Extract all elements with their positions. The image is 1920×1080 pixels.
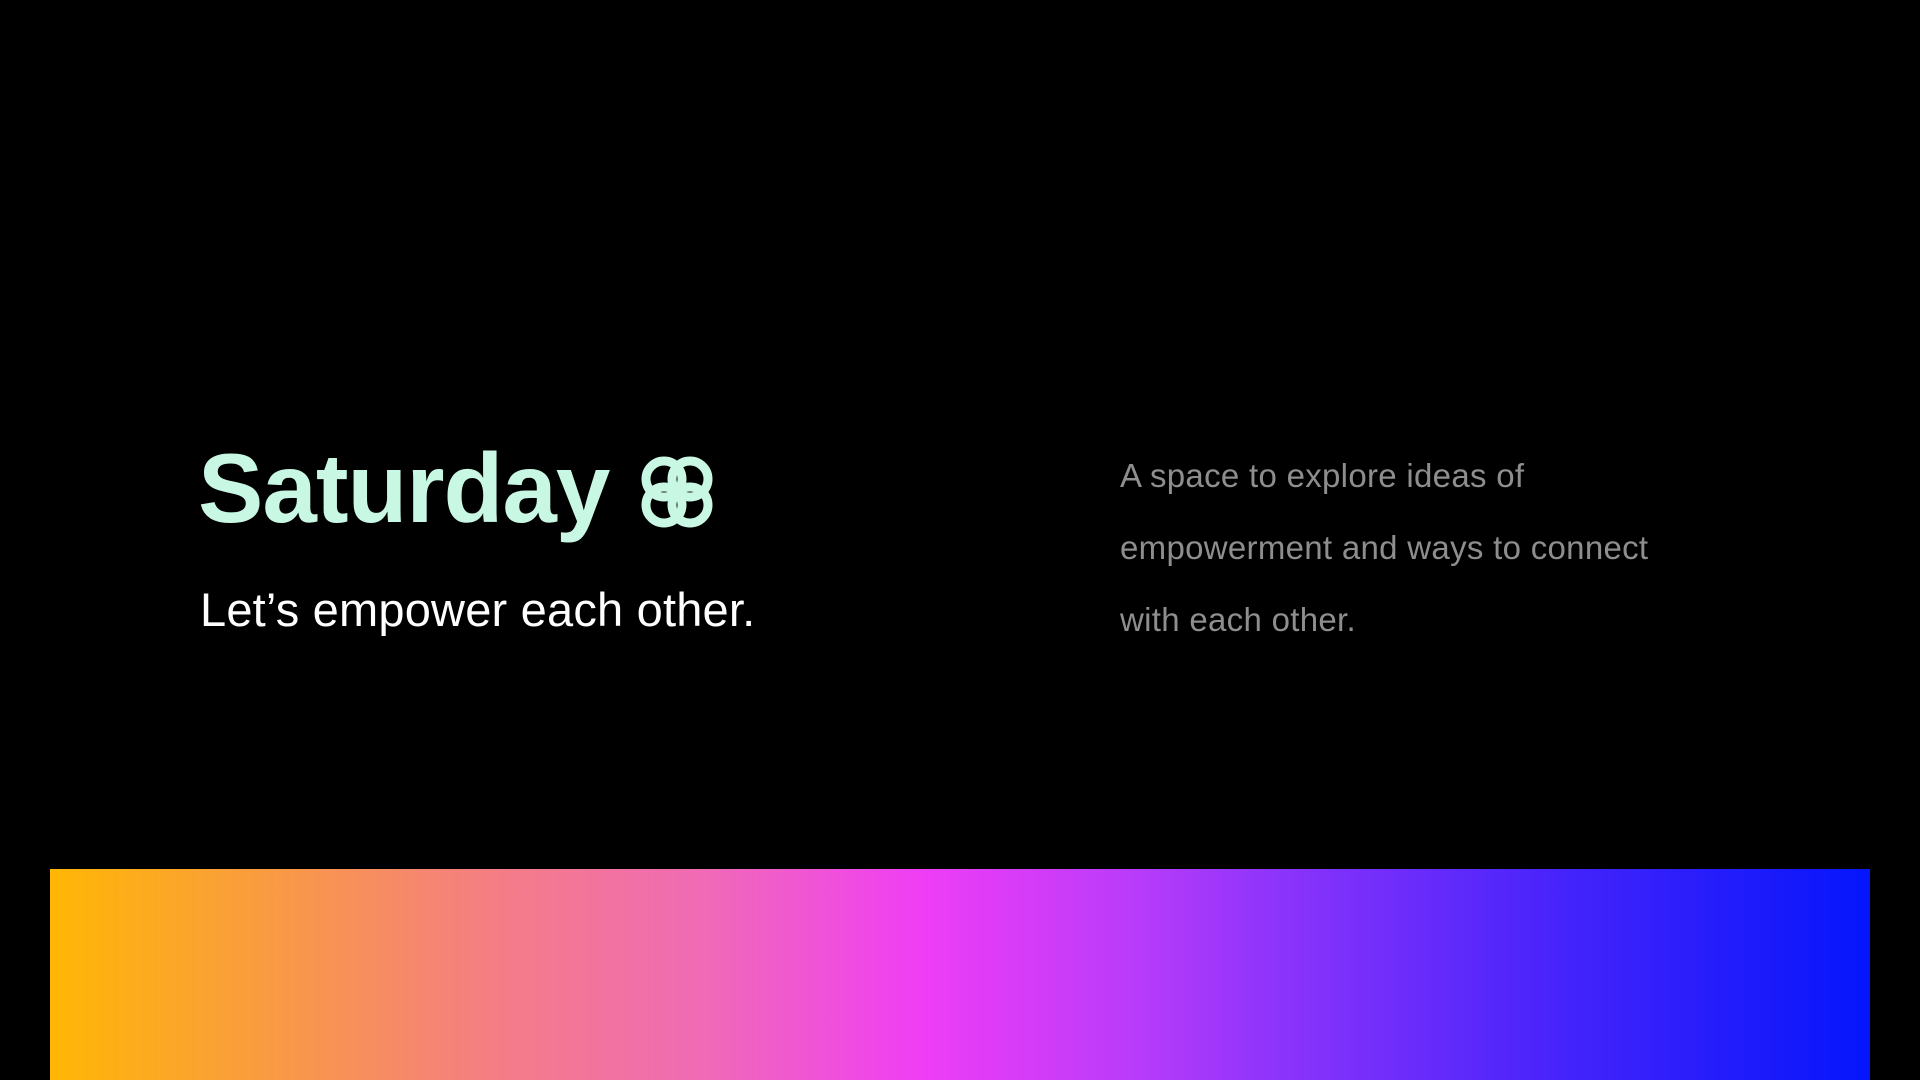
gradient-banner: [50, 869, 1870, 1080]
description-line: with each other.: [1120, 601, 1356, 638]
description-text: A space to explore ideas of empowerment …: [1120, 440, 1760, 656]
hero-section: Saturday Let’s empower each other. A spa…: [0, 0, 1920, 870]
tagline: Let’s empower each other.: [200, 583, 756, 636]
brand-header: Saturday: [198, 432, 719, 544]
description-line: A space to explore ideas of: [1120, 457, 1525, 494]
description-line: empowerment and ways to connect: [1120, 529, 1649, 566]
interlocking-rings-icon: [635, 450, 719, 534]
brand-title: Saturday: [198, 433, 610, 543]
